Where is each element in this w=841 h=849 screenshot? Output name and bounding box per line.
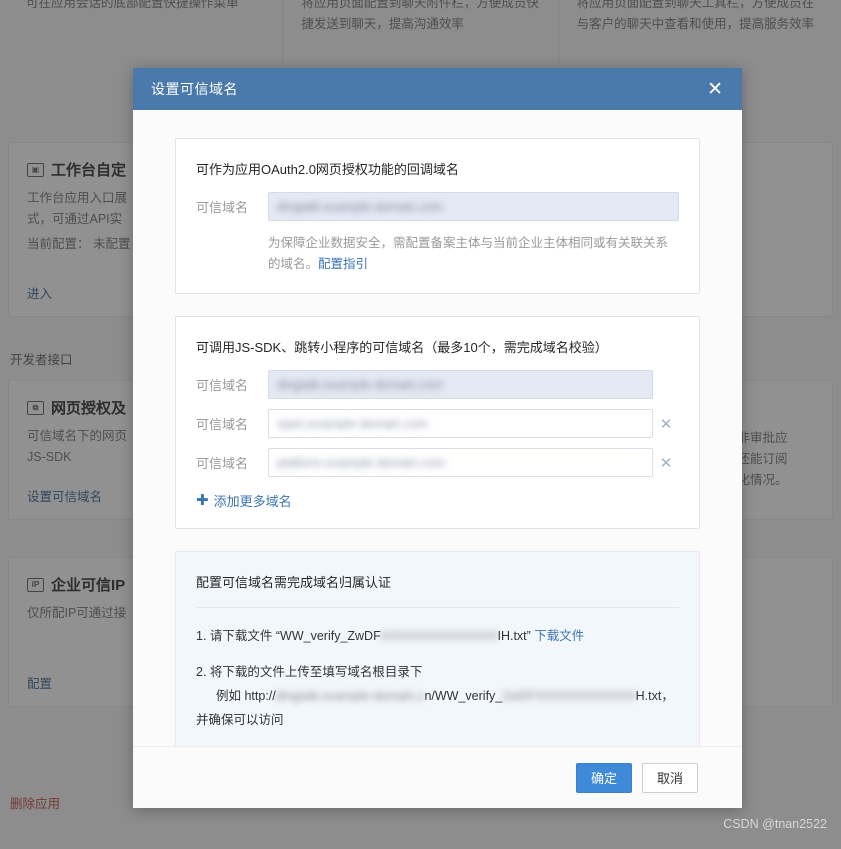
divider <box>196 607 679 608</box>
field-label: 可信域名 <box>196 378 249 393</box>
section-heading: 可作为应用OAuth2.0网页授权功能的回调域名 <box>196 162 459 177</box>
field-label: 可信域名 <box>196 200 249 215</box>
jssdk-domain-input-1: dingtalk.example-domain.com <box>268 370 653 399</box>
verification-step-2: 2. 将下载的文件上传至填写域名根目录下 例如 http://dingtalk.… <box>196 660 679 732</box>
jssdk-domain-input-3[interactable]: platform.example-domain.com <box>268 448 653 477</box>
close-icon[interactable]: ✕ <box>702 77 728 102</box>
field-label: 可信域名 <box>196 456 249 471</box>
dialog-footer: 确定 取消 <box>133 746 742 808</box>
oauth-domain-input: dingtalk.example-domain.com <box>268 192 679 221</box>
remove-domain-icon[interactable]: ✕ <box>653 415 679 433</box>
remove-domain-icon[interactable]: ✕ <box>653 454 679 472</box>
example-blurred-domain: dingtalk.example-domain.c <box>275 689 425 703</box>
step1-prefix: 1. 请下载文件 “WW_verify_ZwDF <box>196 629 381 643</box>
trusted-domain-dialog: 设置可信域名 ✕ 可作为应用OAuth2.0网页授权功能的回调域名 可信域名 d… <box>133 68 742 808</box>
section-jssdk-trusted-domains: 可调用JS-SDK、跳转小程序的可信域名（最多10个，需完成域名校验） 可信域名… <box>175 316 700 529</box>
example-mid: n/WW_verify_ <box>424 689 503 703</box>
step1-blurred-code: XXXXXXXXXXXXXX <box>380 629 498 643</box>
example-suffix: H.txt， <box>635 689 674 703</box>
section-domain-verification: 配置可信域名需完成域名归属认证 1. 请下载文件 “WW_verify_ZwDF… <box>175 551 700 746</box>
step1-suffix: IH.txt” <box>497 629 531 643</box>
jssdk-domain-value-2: open.example-domain.com <box>277 416 428 431</box>
config-guide-link[interactable]: 配置指引 <box>318 257 368 271</box>
jssdk-domain-row: 可信域名 dingtalk.example-domain.com ✕ <box>196 370 679 399</box>
field-label: 可信域名 <box>196 417 249 432</box>
jssdk-domain-row: 可信域名 open.example-domain.com ✕ <box>196 409 679 438</box>
jssdk-domain-value-3: platform.example-domain.com <box>277 455 446 470</box>
jssdk-domain-input-2[interactable]: open.example-domain.com <box>268 409 653 438</box>
oauth-domain-hint: 为保障企业数据安全，需配置备案主体与当前企业主体相同或有关联关系的域名。配置指引 <box>268 231 679 275</box>
step2-example-url: 例如 http://dingtalk.example-domain.cn/WW_… <box>196 684 679 708</box>
cancel-button[interactable]: 取消 <box>641 762 698 793</box>
section-oauth-callback-domain: 可作为应用OAuth2.0网页授权功能的回调域名 可信域名 dingtalk.e… <box>175 138 700 294</box>
dialog-header: 设置可信域名 ✕ <box>133 68 742 110</box>
step2-line-1: 2. 将下载的文件上传至填写域名根目录下 <box>196 665 423 679</box>
jssdk-domain-value-1: dingtalk.example-domain.com <box>277 377 444 392</box>
watermark: CSDN @tnan2522 <box>723 817 827 831</box>
verification-title: 配置可信域名需完成域名归属认证 <box>196 575 392 590</box>
example-blurred-code: ZwDFXXXXXXXXXXXX <box>502 689 636 703</box>
download-file-link[interactable]: 下载文件 <box>534 629 584 643</box>
oauth-domain-value: dingtalk.example-domain.com <box>277 199 444 214</box>
section-heading: 可调用JS-SDK、跳转小程序的可信域名（最多10个，需完成域名校验） <box>196 340 608 355</box>
example-prefix: 例如 http:// <box>216 689 276 703</box>
add-more-label: 添加更多域名 <box>213 494 292 509</box>
step2-line-3: 并确保可以访问 <box>196 713 284 727</box>
confirm-button[interactable]: 确定 <box>575 762 632 793</box>
dialog-title: 设置可信域名 <box>151 81 238 97</box>
oauth-domain-row: 可信域名 dingtalk.example-domain.com <box>196 192 679 221</box>
verification-step-1: 1. 请下载文件 “WW_verify_ZwDFXXXXXXXXXXXXXXIH… <box>196 624 679 648</box>
dialog-body: 可作为应用OAuth2.0网页授权功能的回调域名 可信域名 dingtalk.e… <box>133 110 742 746</box>
jssdk-domain-row: 可信域名 platform.example-domain.com ✕ <box>196 448 679 477</box>
plus-icon: ✚ <box>196 491 209 509</box>
add-more-domains-button[interactable]: ✚ 添加更多域名 <box>196 491 292 510</box>
